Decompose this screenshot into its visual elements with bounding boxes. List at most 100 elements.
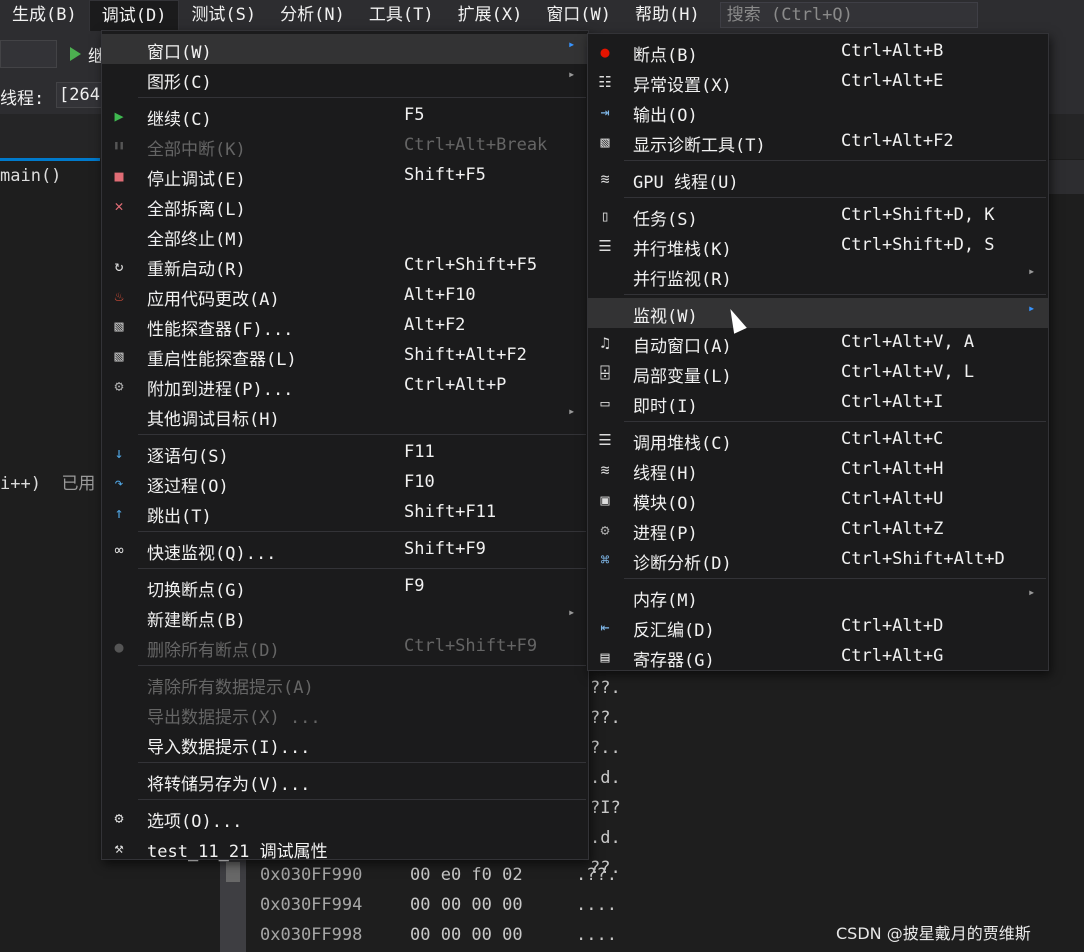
diagnostic-analysis-icon: ⌘ — [600, 551, 610, 569]
menu-item-shortcut: Ctrl+Alt+F2 — [841, 131, 954, 151]
menu-item-label: 继续(C) — [147, 110, 212, 130]
locals-icon: ⌹ — [600, 364, 610, 382]
menu-item-label: 显示诊断工具(T) — [633, 136, 766, 156]
gpu-threads-icon: ≋ — [600, 170, 610, 188]
memory-ascii-cell: ??. — [590, 708, 621, 728]
menu-item-label: 任务(S) — [633, 210, 698, 230]
menu-d[interactable]: 调试(D) — [88, 0, 180, 31]
menu-item[interactable]: ▯ 任务(S) Ctrl+Shift+D, K — [588, 201, 1048, 231]
menu-item[interactable]: ▭ 即时(I) Ctrl+Alt+I — [588, 388, 1048, 418]
menu-item-shortcut: Ctrl+Alt+H — [841, 459, 944, 479]
menu-item-label: 将转储另存为(V)... — [147, 775, 311, 795]
menu-item[interactable]: ⚒ test_11_21 调试属性 — [102, 833, 588, 863]
menu-item-shortcut: Ctrl+Alt+U — [841, 489, 944, 509]
menu-separator — [138, 665, 586, 666]
menu-item[interactable]: ■ 停止调试(E) Shift+F5 — [102, 161, 588, 191]
menu-item[interactable]: 监视(W) ▸ — [588, 298, 1048, 328]
menu-separator — [138, 762, 586, 763]
menu-item[interactable]: 导入数据提示(I)... — [102, 729, 588, 759]
memory-scrollbar[interactable] — [220, 856, 246, 952]
menu-item[interactable]: ▤ 寄存器(G) Ctrl+Alt+G — [588, 642, 1048, 672]
process-dropdown[interactable] — [0, 40, 57, 68]
menu-item[interactable]: ⚙ 选项(O)... — [102, 803, 588, 833]
menu-item-label: 选项(O)... — [147, 812, 243, 832]
menu-b[interactable]: 生成(B) — [0, 0, 89, 30]
menu-item-shortcut: F10 — [404, 472, 435, 492]
menu-item[interactable]: ↑ 跳出(T) Shift+F11 — [102, 498, 588, 528]
menu-item[interactable]: 并行监视(R) ▸ — [588, 261, 1048, 291]
code-line: i++) 已用 — [0, 469, 95, 494]
menu-item[interactable]: ↻ 重新启动(R) Ctrl+Shift+F5 — [102, 251, 588, 281]
menu-separator — [138, 97, 586, 98]
menu-item-label: 新建断点(B) — [147, 611, 246, 631]
menu-item-label: 重启性能探查器(L) — [147, 350, 297, 370]
menu-item[interactable]: 将转储另存为(V)... — [102, 766, 588, 796]
menu-item-shortcut: Ctrl+Shift+F5 — [404, 255, 538, 275]
memory-ascii-cell: ?I? — [590, 798, 621, 818]
menu-item[interactable]: ▧ 显示诊断工具(T) Ctrl+Alt+F2 — [588, 127, 1048, 157]
tasks-icon: ▯ — [600, 207, 610, 225]
menu-item[interactable]: ↓ 逐语句(S) F11 — [102, 438, 588, 468]
menu-item[interactable]: ▣ 模块(O) Ctrl+Alt+U — [588, 485, 1048, 515]
menu-s[interactable]: 测试(S) — [179, 0, 268, 30]
menu-item[interactable]: ☷ 异常设置(X) Ctrl+Alt+E — [588, 67, 1048, 97]
function-navigation[interactable]: main() — [0, 166, 61, 186]
menu-item[interactable]: ≋ 线程(H) Ctrl+Alt+H — [588, 455, 1048, 485]
menu-item[interactable]: ↷ 逐过程(O) F10 — [102, 468, 588, 498]
memory-ascii-cell: .d. — [590, 828, 621, 848]
menu-item[interactable]: ☰ 并行堆栈(K) Ctrl+Shift+D, S — [588, 231, 1048, 261]
menu-item-label: 异常设置(X) — [633, 76, 732, 96]
menu-item[interactable]: 图形(C) ▸ — [102, 64, 588, 94]
menu-item[interactable]: ⇤ 反汇编(D) Ctrl+Alt+D — [588, 612, 1048, 642]
profiler-restart-icon: ▧ — [114, 347, 124, 365]
menu-item[interactable]: ✕ 全部拆离(L) — [102, 191, 588, 221]
menu-item-shortcut: Ctrl+Shift+F9 — [404, 636, 538, 656]
memory-ascii: .... — [576, 895, 617, 915]
menu-item: ● 删除所有断点(D) Ctrl+Shift+F9 — [102, 632, 588, 662]
menu-item[interactable]: ≋ GPU 线程(U) — [588, 164, 1048, 194]
continue-play-icon[interactable] — [70, 47, 81, 61]
menu-x[interactable]: 扩展(X) — [446, 0, 535, 30]
menu-item[interactable]: ⌘ 诊断分析(D) Ctrl+Shift+Alt+D — [588, 545, 1048, 575]
menu-h[interactable]: 帮助(H) — [623, 0, 712, 30]
search-input[interactable]: 搜索 (Ctrl+Q) — [719, 2, 978, 28]
memory-ascii: .... — [576, 925, 617, 945]
menu-item[interactable]: ☰ 调用堆栈(C) Ctrl+Alt+C — [588, 425, 1048, 455]
menu-item[interactable]: ▧ 重启性能探查器(L) Shift+Alt+F2 — [102, 341, 588, 371]
menu-item[interactable]: ⇥ 输出(O) — [588, 97, 1048, 127]
menu-item-label: 清除所有数据提示(A) — [147, 678, 314, 698]
menu-item-shortcut: F9 — [404, 576, 425, 596]
thread-label: 线程: — [0, 89, 45, 109]
delete-breakpoints-icon: ● — [114, 638, 124, 656]
menu-item[interactable]: ● 断点(B) Ctrl+Alt+B — [588, 37, 1048, 67]
editor-nav-dropdown[interactable] — [1048, 160, 1084, 194]
menu-item[interactable]: ♫ 自动窗口(A) Ctrl+Alt+V, A — [588, 328, 1048, 358]
menu-item[interactable]: ⌹ 局部变量(L) Ctrl+Alt+V, L — [588, 358, 1048, 388]
menu-item-shortcut: Ctrl+Alt+D — [841, 616, 944, 636]
menu-item[interactable]: 切换断点(G) F9 — [102, 572, 588, 602]
autos-icon: ♫ — [600, 334, 610, 352]
menu-item[interactable]: ♨ 应用代码更改(A) Alt+F10 — [102, 281, 588, 311]
menu-item[interactable]: 其他调试目标(H) ▸ — [102, 401, 588, 431]
menu-n[interactable]: 分析(N) — [268, 0, 357, 30]
menu-item[interactable]: ▶ 继续(C) F5 — [102, 101, 588, 131]
menu-t[interactable]: 工具(T) — [357, 0, 446, 30]
menu-item[interactable]: ⚙ 附加到进程(P)... Ctrl+Alt+P — [102, 371, 588, 401]
submenu-arrow-icon: ▸ — [1028, 264, 1036, 278]
menu-item[interactable]: ▧ 性能探查器(F)... Alt+F2 — [102, 311, 588, 341]
menu-item[interactable]: 新建断点(B) ▸ — [102, 602, 588, 632]
menu-item[interactable]: ⚙ 进程(P) Ctrl+Alt+Z — [588, 515, 1048, 545]
scroll-thumb[interactable] — [226, 862, 240, 882]
submenu-arrow-icon: ▸ — [568, 404, 576, 418]
menu-w[interactable]: 窗口(W) — [534, 0, 623, 30]
ide-window: 线程: [264 main() i++) 已用 ??.??.?.. .d. ?I?.… — [0, 0, 1084, 952]
menu-item[interactable]: ∞ 快速监视(Q)... Shift+F9 — [102, 535, 588, 565]
menu-separator — [138, 434, 586, 435]
menu-separator — [624, 294, 1046, 295]
menu-item-shortcut: Ctrl+Alt+C — [841, 429, 944, 449]
menu-item[interactable]: 窗口(W) ▸ — [102, 34, 588, 64]
parallel-stacks-icon: ☰ — [598, 237, 612, 255]
menu-item[interactable]: 全部终止(M) — [102, 221, 588, 251]
menu-item[interactable]: 内存(M) ▸ — [588, 582, 1048, 612]
menu-item-label: 逐语句(S) — [147, 447, 229, 467]
